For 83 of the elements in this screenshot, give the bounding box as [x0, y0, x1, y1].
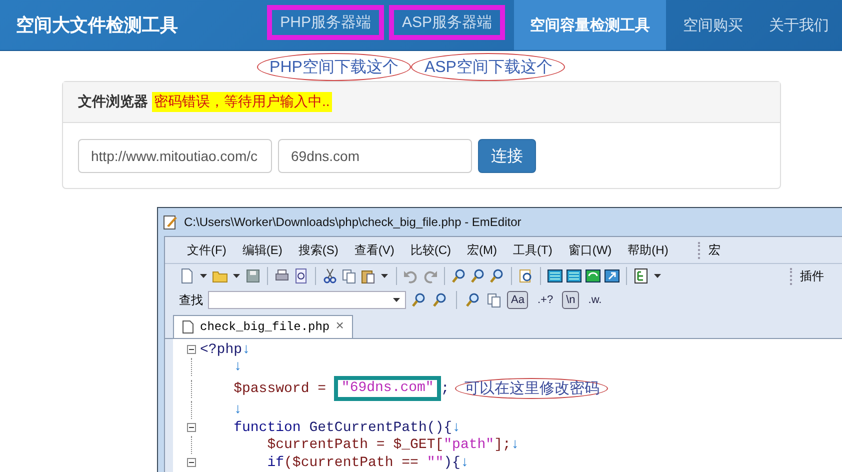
fold-icon[interactable] — [187, 345, 196, 354]
code-text: ]; — [494, 437, 511, 453]
fold-icon[interactable] — [187, 458, 196, 467]
code-text: "" — [426, 454, 444, 470]
password-field[interactable]: 69dns.com — [278, 139, 472, 173]
nav-item[interactable]: ASP服务器端 — [388, 5, 505, 40]
code-text: ){ — [444, 454, 460, 470]
fold-icon[interactable] — [187, 423, 196, 432]
cut-icon[interactable] — [322, 268, 338, 284]
caret-icon[interactable] — [233, 274, 240, 278]
wrap-icon[interactable] — [547, 268, 563, 284]
menu-item[interactable]: 窗口(W) — [560, 242, 620, 258]
panel-title: 文件浏览器 — [78, 93, 148, 111]
toggle-button[interactable]: .+? — [533, 291, 558, 309]
menu-item[interactable]: 比较(C) — [402, 242, 459, 258]
tree-icon[interactable] — [633, 268, 649, 284]
tab-label: check_big_file.php — [200, 320, 330, 334]
code-text: ($currentPath == — [284, 454, 420, 470]
menu-item[interactable]: 查看(V) — [346, 242, 402, 258]
status-message: 密码错误，等待用户输入中.. — [152, 92, 332, 112]
line-end-mark: ↓ — [242, 342, 250, 358]
code-text: "69dns.com" — [334, 376, 441, 401]
preview-icon[interactable] — [293, 268, 309, 284]
find-label: 查找 — [179, 292, 203, 308]
line-end-mark: ↓ — [232, 359, 242, 375]
code-text: GetCurrentPath(){ — [308, 420, 452, 436]
code-text: $currentPath = $_GET[ — [266, 437, 444, 453]
magnifier-icon[interactable] — [465, 292, 481, 308]
code-text: "path" — [444, 437, 494, 453]
close-icon[interactable]: × — [336, 319, 344, 335]
export-icon[interactable] — [604, 268, 620, 284]
macro-label[interactable]: 宏 — [698, 242, 720, 258]
caret-icon[interactable] — [393, 298, 400, 302]
nav-item[interactable]: PHP服务器端 — [267, 5, 384, 40]
menu-item[interactable]: 帮助(H) — [620, 242, 676, 258]
menu-item[interactable]: 宏(M) — [459, 242, 505, 258]
save-icon[interactable] — [245, 268, 261, 284]
line-end-mark: ↓ — [510, 437, 520, 453]
menu-item[interactable]: 文件(F) — [179, 242, 234, 258]
paste-icon[interactable] — [360, 268, 376, 284]
plugins-label[interactable]: 插件 — [790, 268, 842, 284]
nav-item[interactable]: 空间购买 — [670, 0, 756, 50]
notepad-icon — [162, 214, 178, 230]
caret-icon[interactable] — [654, 274, 661, 278]
magnifier-icon[interactable] — [489, 268, 505, 284]
url-field[interactable]: http://www.mitoutiao.com/c — [78, 139, 272, 173]
loop-icon[interactable] — [585, 268, 601, 284]
code-text: $password = — [232, 380, 328, 396]
connect-button[interactable]: 连接 — [478, 139, 536, 173]
code-text: if — [266, 454, 284, 470]
download-link[interactable]: ASP空间下载这个 — [411, 53, 566, 81]
line-end-mark: ↓ — [452, 420, 460, 436]
magnifier-icon[interactable] — [411, 292, 427, 308]
line-end-mark: ↓ — [232, 402, 242, 418]
nav-item[interactable]: 空间容量检测工具 — [514, 0, 666, 50]
download-link[interactable]: PHP空间下载这个 — [256, 53, 412, 81]
file-icon — [182, 320, 194, 334]
nav-item[interactable]: 关于我们 — [756, 0, 842, 50]
menu-item[interactable]: 编辑(E) — [234, 242, 290, 258]
magnifier-icon[interactable] — [432, 292, 448, 308]
code-text: ; — [440, 380, 450, 396]
caret-icon[interactable] — [381, 274, 388, 278]
menu-item[interactable]: 工具(T) — [505, 242, 560, 258]
menu-item[interactable]: 搜索(S) — [290, 242, 346, 258]
toggle-button[interactable]: \n — [562, 291, 580, 309]
copy-icon[interactable] — [341, 268, 357, 284]
find-field[interactable] — [208, 291, 406, 309]
page-icon[interactable] — [179, 268, 195, 284]
toggle-button[interactable]: Aa — [507, 291, 528, 309]
code-text: function — [232, 420, 301, 436]
code-text: <?php — [200, 342, 242, 358]
wrap-icon[interactable] — [566, 268, 582, 284]
brand-title[interactable]: 空间大文件检测工具 — [0, 0, 248, 50]
toggle-button[interactable]: .w. — [584, 291, 606, 309]
magnifier-icon[interactable] — [470, 268, 486, 284]
file-tab[interactable]: check_big_file.php × — [173, 315, 354, 338]
caret-icon[interactable] — [200, 274, 207, 278]
line-end-mark: ↓ — [460, 454, 469, 470]
copy-icon[interactable] — [486, 292, 502, 308]
annotation-note: 可以在这里修改密码 — [455, 378, 608, 399]
magnifier-icon[interactable] — [451, 268, 467, 284]
window-title: C:\Users\Worker\Downloads\php\check_big_file.php - EmEditor — [184, 215, 522, 229]
find-files-icon[interactable] — [518, 268, 534, 284]
